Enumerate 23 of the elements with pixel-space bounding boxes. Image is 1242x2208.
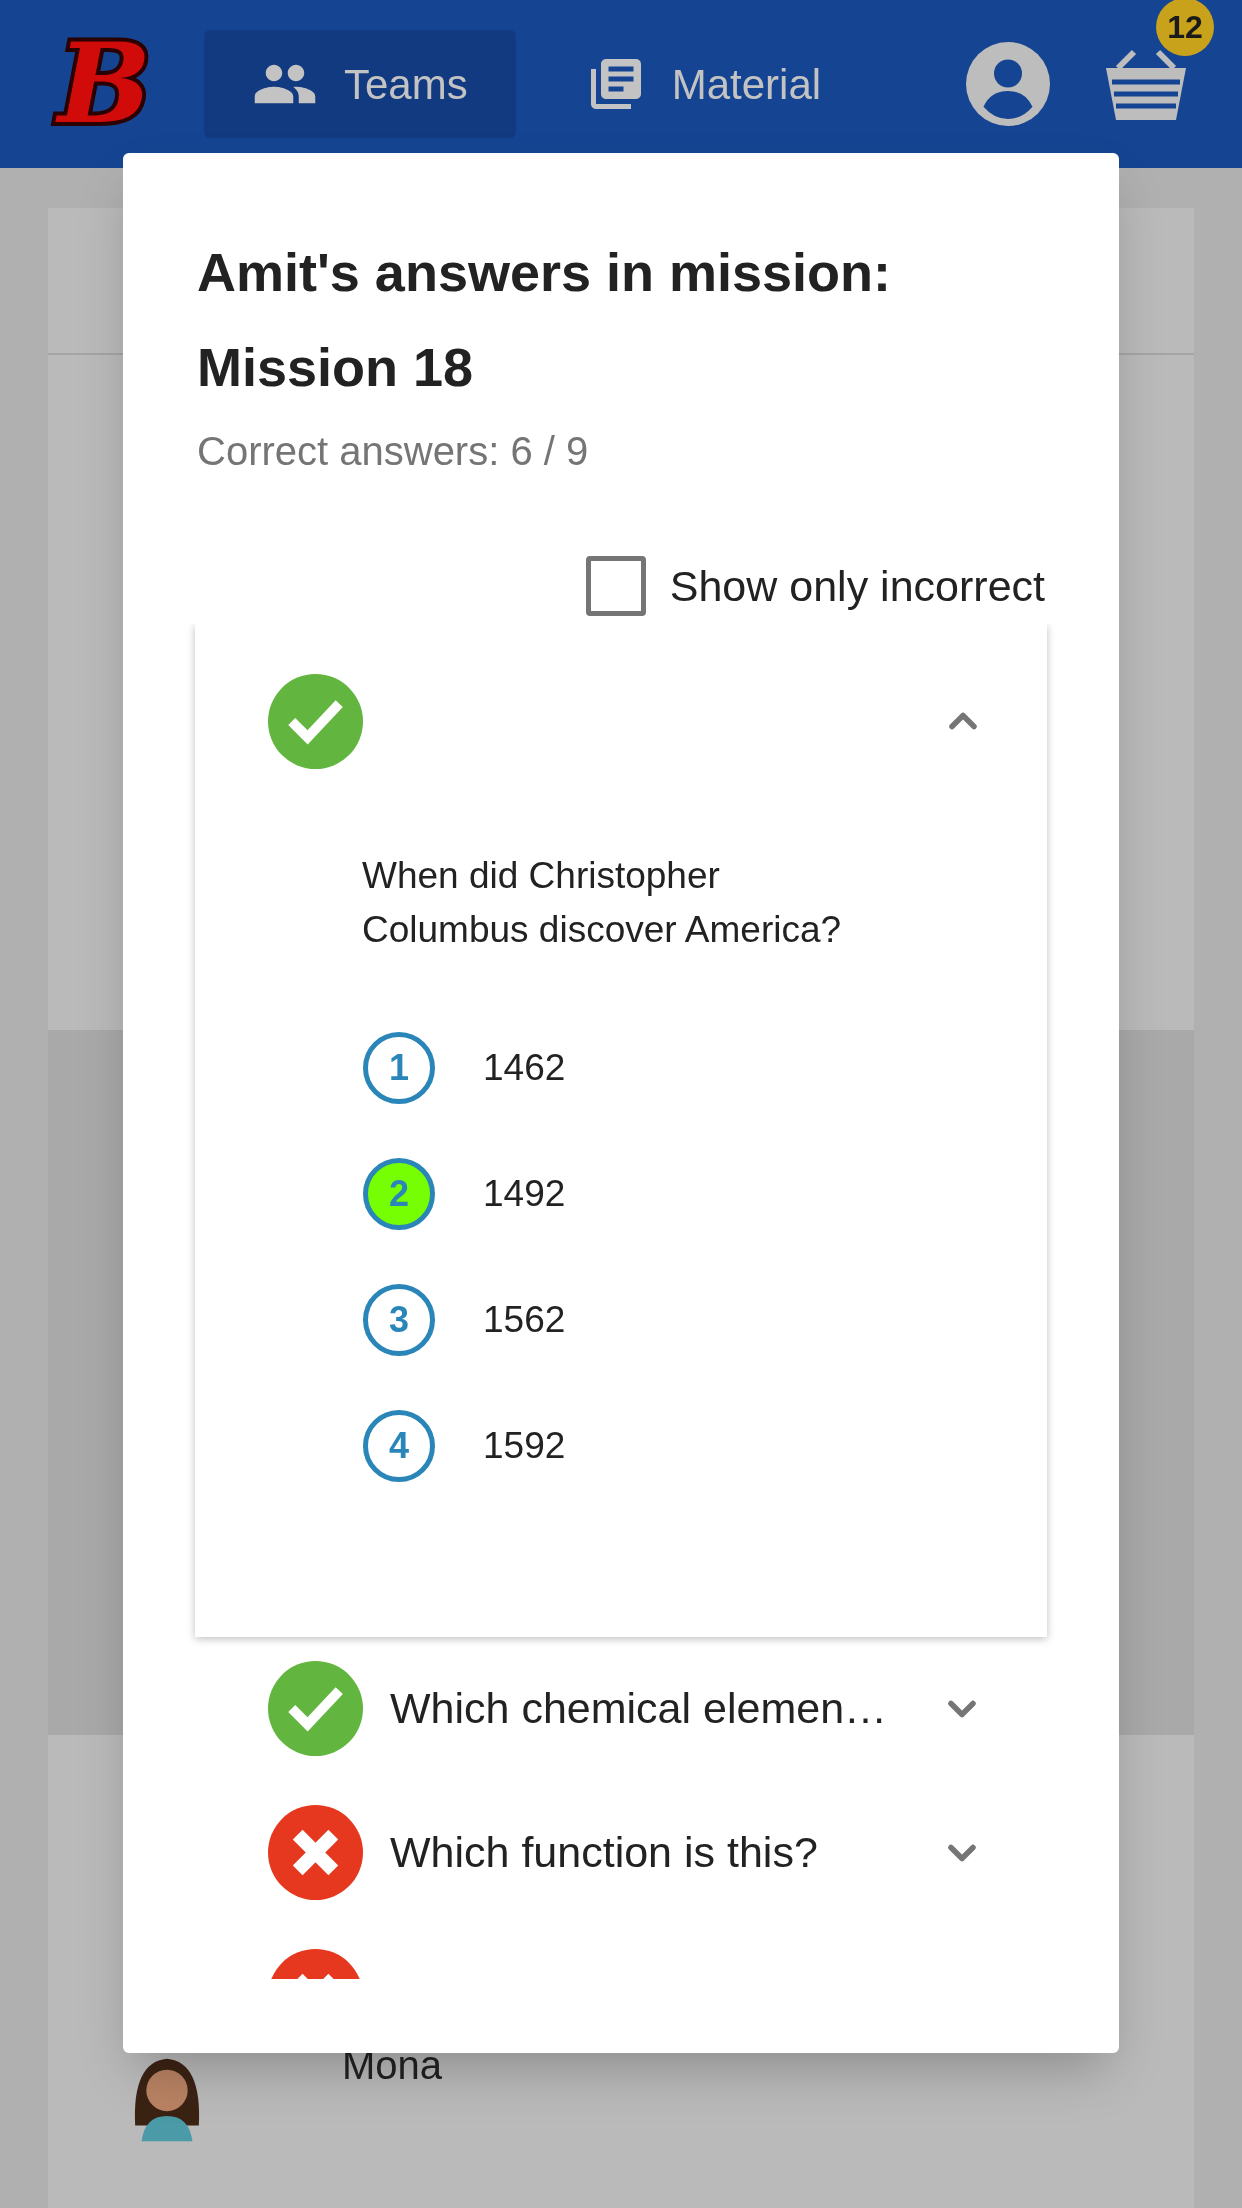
account-icon[interactable]	[966, 42, 1050, 126]
member-name: Mona	[342, 2042, 443, 2089]
option-number[interactable]: 4	[363, 1409, 435, 1482]
option-text: 1462	[483, 1045, 566, 1090]
question-row[interactable]: Which chemical elemen…	[123, 1636, 1119, 1781]
question-row[interactable]: Which function is this?	[123, 1780, 1119, 1925]
question-text: When did Christopher Columbus discover America?	[362, 853, 843, 952]
option-number[interactable]: 3	[363, 1283, 435, 1356]
correct-summary: Correct answers: 6 / 9	[197, 428, 590, 475]
checkbox[interactable]	[585, 556, 646, 617]
cart-badge: 12	[1156, 0, 1214, 56]
question-title: Which function is this?	[390, 1827, 818, 1879]
question-title: Which chemical elemen…	[390, 1683, 888, 1735]
option-number[interactable]: 1	[363, 1031, 435, 1104]
option-text: 1592	[483, 1423, 566, 1468]
option-text: 1492	[483, 1171, 566, 1216]
dialog-title: Amit's answers in mission: Mission 18	[197, 241, 893, 399]
filter-label: Show only incorrect	[669, 561, 1045, 612]
avatar-icon	[132, 2058, 202, 2142]
nav-tab[interactable]: Material	[537, 30, 870, 138]
option-number[interactable]: 2	[363, 1157, 435, 1230]
nav-tab[interactable]: Teams	[204, 30, 516, 138]
option-text: 1562	[483, 1297, 566, 1342]
